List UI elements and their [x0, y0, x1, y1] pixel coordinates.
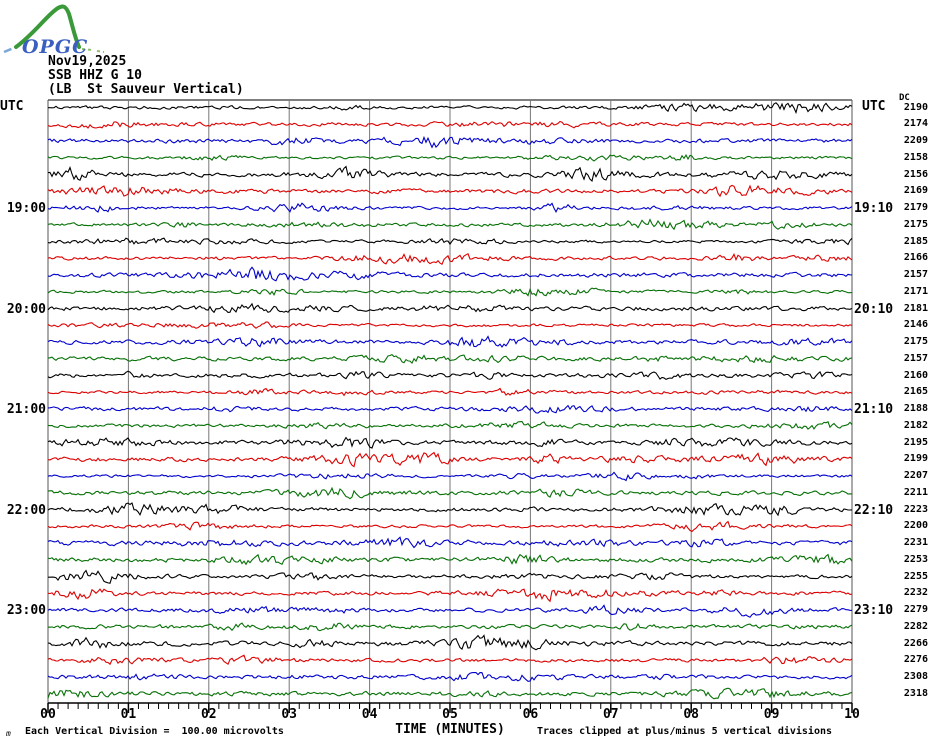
dc-value: 2279: [896, 604, 928, 615]
dc-value: 2174: [896, 118, 928, 129]
dc-value: 2209: [896, 135, 928, 146]
x-tick-label: 02: [201, 707, 217, 722]
dc-value: 2255: [896, 571, 928, 582]
dc-value: 2266: [896, 638, 928, 649]
left-time-label: 21:00: [2, 402, 46, 417]
x-tick-label: 07: [603, 707, 619, 722]
dc-value: 2182: [896, 420, 928, 431]
dc-value: 2157: [896, 269, 928, 280]
dc-value: 2253: [896, 554, 928, 565]
x-tick-label: 09: [764, 707, 780, 722]
right-time-label: 22:10: [854, 503, 893, 518]
dc-value: 2282: [896, 621, 928, 632]
dc-value: 2190: [896, 102, 928, 113]
dc-value: 2158: [896, 152, 928, 163]
dc-value: 2308: [896, 671, 928, 682]
dc-value: 2160: [896, 370, 928, 381]
dc-value: 2179: [896, 202, 928, 213]
dc-value: 2207: [896, 470, 928, 481]
dc-value: 2181: [896, 303, 928, 314]
x-tick-label: 00: [40, 707, 56, 722]
dc-value: 2188: [896, 403, 928, 414]
dc-value: 2185: [896, 236, 928, 247]
dc-value: 2166: [896, 252, 928, 263]
dc-value: 2175: [896, 219, 928, 230]
dc-value: 2157: [896, 353, 928, 364]
watermark-glyph: m: [6, 729, 11, 738]
right-time-label: 20:10: [854, 302, 893, 317]
right-time-label: 21:10: [854, 402, 893, 417]
x-axis-title: TIME (MINUTES): [395, 722, 505, 737]
left-time-label: 22:00: [2, 503, 46, 518]
dc-value: 2169: [896, 185, 928, 196]
dc-value: 2231: [896, 537, 928, 548]
dc-value: 2195: [896, 437, 928, 448]
right-time-label: 19:10: [854, 201, 893, 216]
seismogram-plot: [0, 0, 930, 744]
x-tick-label: 10: [844, 707, 860, 722]
helicorder-page: OPGC Nov19,2025 SSB HHZ G 10 (LB St Sauv…: [0, 0, 930, 744]
dc-value: 2232: [896, 587, 928, 598]
scale-note: Each Vertical Division = 100.00 microvol…: [25, 726, 284, 737]
dc-value: 2211: [896, 487, 928, 498]
left-time-label: 20:00: [2, 302, 46, 317]
clip-note: Traces clipped at plus/minus 5 vertical …: [537, 726, 832, 737]
x-tick-label: 03: [281, 707, 297, 722]
dc-value: 2175: [896, 336, 928, 347]
right-time-label: 23:10: [854, 603, 893, 618]
left-time-label: 19:00: [2, 201, 46, 216]
dc-value: 2318: [896, 688, 928, 699]
x-tick-label: 08: [683, 707, 699, 722]
dc-value: 2171: [896, 286, 928, 297]
dc-value: 2200: [896, 520, 928, 531]
dc-value: 2146: [896, 319, 928, 330]
dc-value: 2156: [896, 169, 928, 180]
left-time-label: 23:00: [2, 603, 46, 618]
dc-value: 2199: [896, 453, 928, 464]
x-tick-label: 06: [523, 707, 539, 722]
dc-value: 2276: [896, 654, 928, 665]
x-tick-label: 05: [442, 707, 458, 722]
x-tick-label: 04: [362, 707, 378, 722]
x-tick-label: 01: [121, 707, 137, 722]
dc-value: 2165: [896, 386, 928, 397]
dc-value: 2223: [896, 504, 928, 515]
